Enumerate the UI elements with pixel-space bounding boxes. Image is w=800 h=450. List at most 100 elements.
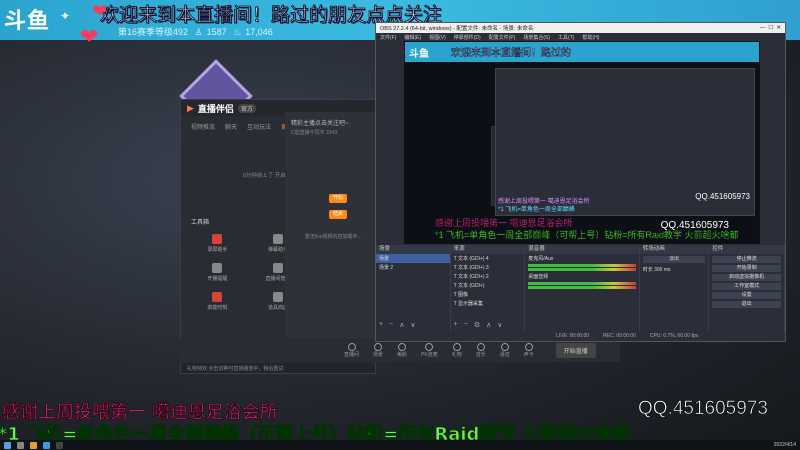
tool-item[interactable]: 高能时刻 [187, 292, 248, 311]
flame-icon: ♨ [233, 27, 242, 37]
source-item[interactable]: T 文本 (GDI+) 4 [451, 254, 525, 263]
add-icon[interactable]: + [454, 321, 458, 329]
obs-statusbar: LIVE: 00:00:00 REC: 00:00:00 CPU: 0.7%, … [376, 331, 785, 341]
up-icon[interactable]: ∧ [486, 321, 491, 329]
gear-icon[interactable]: ⚙ [474, 321, 480, 329]
volume-meter[interactable] [528, 286, 636, 289]
tool-item[interactable]: 开播提醒 [187, 263, 248, 282]
tab-chat[interactable]: 聊天 [225, 122, 237, 131]
preview-qq: QQ.451605973 [660, 220, 729, 231]
maximize-icon[interactable]: ☐ [768, 25, 773, 31]
circle-icon [476, 342, 485, 351]
capture-app-footer: 礼物特效 点击切换可直接播放中，稍后重试 [181, 363, 375, 373]
obs-preview[interactable]: 斗鱼 欢迎来到本直播间！路过的 QQ.451605973 感谢上周投喂第一 噶迪… [404, 41, 760, 244]
toolbar-item[interactable]: 直播间 [344, 342, 359, 358]
source-item[interactable]: T 图像 [451, 290, 525, 299]
preview-banner: 斗鱼 欢迎来到本直播间！路过的 [405, 42, 759, 62]
capture-app-logo: 直播伴侣 [197, 103, 234, 114]
source-item[interactable]: T 文本 (GDI+) 2 [451, 272, 525, 281]
control-button[interactable]: 工作室模式 [712, 283, 781, 290]
duration-input[interactable]: 300 ms [654, 267, 670, 273]
circle-icon [347, 342, 356, 351]
main-panel: 精彩主播点击关注吧~ C型直播不同字 3343 开始 结束 暂无live视频内容… [285, 112, 377, 344]
source-item[interactable]: T 显示器采集 [451, 299, 525, 308]
control-button[interactable]: 退出 [712, 301, 781, 308]
start-live-button[interactable]: 开始直播 [555, 342, 596, 358]
down-icon[interactable]: ∨ [497, 321, 502, 329]
obs-menubar: 文件(F) 编辑(E) 视图(V) 停靠部件(D) 配置文件(P) 场景集合(S) 工具(T… [376, 33, 785, 41]
obs-icon[interactable] [56, 441, 63, 449]
mixer-channel-label: 桌面音频 [528, 274, 549, 280]
transition-select[interactable]: 淡出 [642, 256, 706, 263]
source-item[interactable]: T 文本 (GDI+) [451, 281, 525, 290]
obs-menu-item[interactable]: 停靠部件(D) [454, 34, 481, 41]
browser-icon[interactable] [43, 441, 50, 449]
obs-menu-item[interactable]: 场景集合(S) [523, 34, 550, 41]
up-icon[interactable]: ∧ [399, 321, 404, 329]
toolbar-item[interactable]: 声卡 [524, 342, 534, 358]
toolbar-item[interactable]: 美颜 [397, 342, 407, 358]
obs-window: OBS 27.2.4 (64-bit, windows) - 配置文件: 未命名… [375, 22, 786, 342]
stop-button[interactable]: 结束 [329, 210, 347, 219]
remove-icon[interactable]: − [464, 321, 468, 329]
volume-meter[interactable] [528, 282, 636, 285]
sources-title: 来源 [450, 245, 525, 254]
volume-meter[interactable] [528, 268, 636, 271]
obs-menu-item[interactable]: 工具(T) [558, 34, 574, 41]
toolbar-item[interactable]: 语音 [500, 342, 510, 358]
down-icon[interactable]: ∨ [410, 321, 415, 329]
obs-menu-item[interactable]: 帮助(H) [582, 34, 599, 41]
sources-list: T 文本 (GDI+) 4T 文本 (GDI+) 3T 文本 (GDI+) 2T… [451, 254, 525, 308]
control-button[interactable]: 设置 [712, 292, 781, 299]
control-button[interactable]: 启动虚拟摄像机 [712, 274, 781, 281]
start-button[interactable]: 开始 [329, 194, 347, 203]
control-button[interactable]: 开始录制 [712, 265, 781, 272]
live-icon: ▶ [187, 102, 194, 113]
volume-meter[interactable] [528, 264, 636, 267]
scene-item[interactable]: 场景 [376, 254, 450, 263]
circle-icon [425, 342, 434, 351]
sparkle-icon: ✦ [60, 9, 71, 23]
obs-menu-item[interactable]: 文件(F) [380, 34, 396, 41]
close-icon[interactable]: ✕ [776, 25, 781, 31]
mixer-channel-label: 麦克风/Aux [528, 256, 554, 262]
remove-icon[interactable]: − [389, 321, 393, 329]
obs-menu-item[interactable]: 编辑(E) [404, 34, 421, 41]
control-button[interactable]: 停止推流 [712, 256, 781, 263]
tool-item[interactable]: 录屏助手 [187, 234, 248, 253]
start-icon[interactable] [4, 441, 11, 449]
minimize-icon[interactable]: — [760, 25, 766, 31]
tab-interact[interactable]: 互动玩法 [247, 122, 271, 131]
folder-icon[interactable] [30, 441, 37, 449]
tool-icon [212, 234, 223, 244]
toolbar-item[interactable]: 礼物 [452, 342, 462, 358]
circle-icon [524, 342, 533, 351]
source-item[interactable]: T 文本 (GDI+) 3 [451, 263, 525, 272]
cpu-status: CPU: 0.7%, 60.00 fps [649, 333, 698, 339]
tool-label: 开播提醒 [207, 276, 228, 282]
search-icon[interactable] [17, 441, 24, 449]
panel-sub: C型直播不同字 3343 [291, 130, 338, 136]
transition-dock: 转场动画 淡出 时长 300 ms [639, 245, 710, 331]
tool-icon [272, 263, 283, 273]
toolbar-item[interactable]: 音乐 [476, 342, 486, 358]
douyu-logo: 斗鱼 [4, 8, 51, 33]
scenes-toolbar: + − ∧ ∨ [379, 321, 415, 329]
toolbar-item[interactable]: PK连麦 [421, 342, 438, 358]
scene-item[interactable]: 场景 2 [376, 263, 450, 272]
qq-number: QQ.451605973 [638, 398, 769, 420]
toolbar-item[interactable]: 场景 [373, 342, 383, 358]
scenes-title: 场景 [376, 245, 450, 254]
obs-menu-item[interactable]: 配置文件(P) [489, 34, 516, 41]
circle-icon [398, 342, 407, 351]
add-icon[interactable]: + [379, 321, 383, 329]
obs-docks: 场景 场景 场景 2 + − ∧ ∨ 来源 T 文本 (GDI+) 4T 文本 (GD… [376, 245, 785, 331]
official-badge: 官方 [237, 103, 256, 113]
panel-hint: 暂无live视频内容加载中... [305, 234, 362, 240]
tab-video[interactable]: 视频推流 [191, 122, 215, 131]
obs-titlebar: OBS 27.2.4 (64-bit, windows) - 配置文件: 未命名… [376, 23, 785, 33]
obs-menu-item[interactable]: 视图(V) [429, 34, 446, 41]
inner-caption-2: *1 飞机=单角色一周全部巅峰 [498, 207, 575, 213]
heart-icon: ❤ [80, 24, 99, 49]
transition-title: 转场动画 [639, 245, 709, 254]
